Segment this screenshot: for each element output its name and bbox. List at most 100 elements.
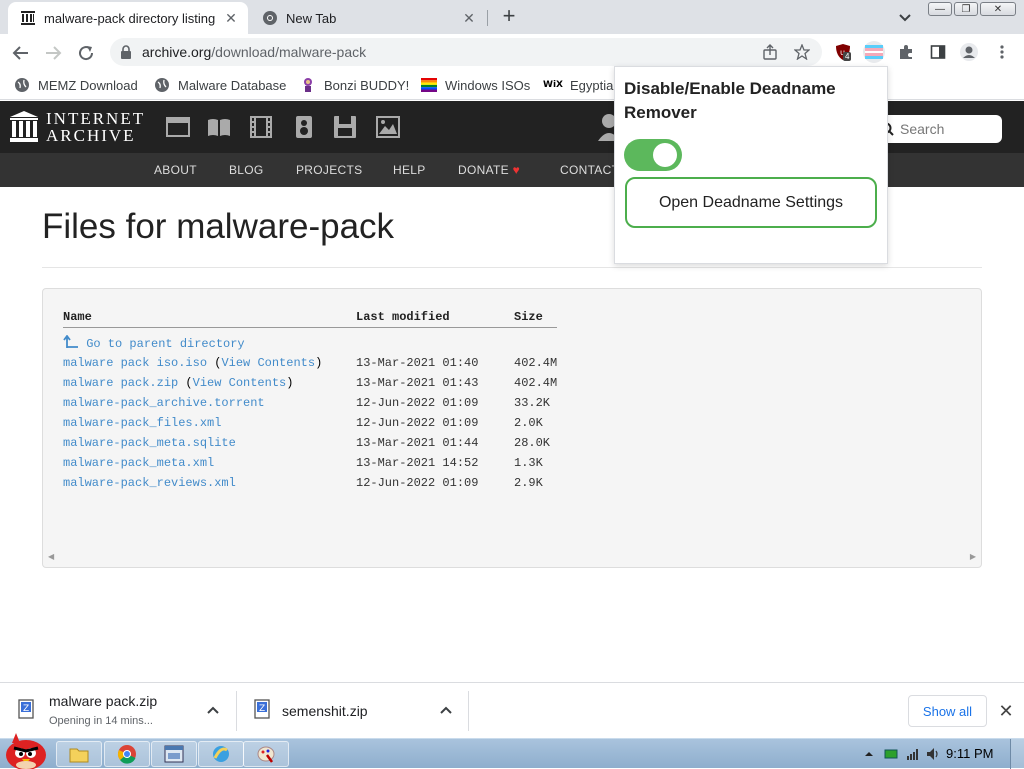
- file-modified: 13-Mar-2021 01:40: [356, 356, 479, 370]
- nav-projects[interactable]: PROJECTS: [296, 163, 362, 177]
- close-tab-icon[interactable]: ✕: [460, 9, 478, 27]
- chrome-icon: [117, 745, 136, 764]
- video-icon[interactable]: [249, 116, 273, 138]
- nav-about[interactable]: ABOUT: [154, 163, 197, 177]
- ia-logo-icon[interactable]: [10, 111, 38, 143]
- tab-malware-pack[interactable]: malware-pack directory listing ✕: [8, 2, 248, 34]
- scroll-right-arrow[interactable]: ▶: [970, 552, 976, 561]
- network-icon[interactable]: [906, 747, 920, 761]
- chevron-up-icon[interactable]: [439, 703, 453, 717]
- file-size: 402.4M: [514, 376, 558, 390]
- tab-new-tab[interactable]: New Tab ✕: [250, 2, 486, 34]
- chrome-icon: [262, 10, 278, 26]
- taskbar-app-3[interactable]: [151, 741, 197, 767]
- nav-help[interactable]: HELP: [393, 163, 426, 177]
- nav-blog[interactable]: BLOG: [229, 163, 264, 177]
- download-item[interactable]: Z semenshit.zip: [236, 683, 468, 739]
- file-row: malware-pack_files.xml 12-Jun-2022 01:09…: [63, 416, 623, 432]
- close-downloads-icon[interactable]: ✕: [996, 701, 1016, 721]
- battery-icon[interactable]: [884, 747, 898, 761]
- file-link[interactable]: malware-pack_meta.xml: [63, 456, 214, 470]
- bookmark-egyptian[interactable]: WiX Egyptian: [543, 76, 621, 94]
- close-window-button[interactable]: ✕: [980, 2, 1016, 16]
- extensions-button[interactable]: [895, 41, 917, 63]
- nav-contact[interactable]: CONTACT: [560, 163, 619, 177]
- globe-icon: [154, 77, 170, 93]
- software-icon[interactable]: [333, 116, 357, 138]
- chevron-up-icon[interactable]: [206, 703, 220, 717]
- parent-link-label: Go to parent directory: [86, 337, 245, 351]
- url-text: archive.org/download/malware-pack: [142, 44, 366, 60]
- ia-logo-text[interactable]: INTERNET ARCHIVE: [46, 110, 145, 144]
- parent-directory-row[interactable]: Go to parent directory: [63, 334, 623, 351]
- taskbar-app-5[interactable]: [243, 741, 289, 767]
- start-button-angry-bird-icon[interactable]: [2, 731, 48, 769]
- file-link[interactable]: malware-pack_meta.sqlite: [63, 436, 236, 450]
- taskbar-app-4[interactable]: [198, 741, 244, 767]
- column-size[interactable]: Size: [514, 310, 543, 324]
- arrow-left-icon: [12, 46, 28, 60]
- file-row: malware pack.zip (View Contents) 13-Mar-…: [63, 376, 623, 392]
- view-contents-link[interactable]: View Contents: [193, 376, 287, 390]
- profile-button[interactable]: [958, 41, 980, 63]
- open-settings-button[interactable]: Open Deadname Settings: [625, 177, 877, 228]
- bookmark-bonzi-buddy[interactable]: Bonzi BUDDY!: [300, 76, 409, 94]
- ia-search-input[interactable]: Search: [870, 115, 1002, 143]
- bookmark-label: Bonzi BUDDY!: [324, 77, 410, 93]
- nav-donate[interactable]: DONATE ♥: [458, 163, 520, 177]
- deadname-extension-icon[interactable]: [863, 41, 885, 63]
- file-link[interactable]: malware-pack_reviews.xml: [63, 476, 236, 490]
- show-hidden-icons-icon[interactable]: [862, 747, 876, 761]
- file-link[interactable]: malware-pack_archive.torrent: [63, 396, 265, 410]
- trans-flag-icon: [865, 45, 883, 59]
- texts-icon[interactable]: [207, 116, 231, 138]
- file-modified: 12-Jun-2022 01:09: [356, 416, 479, 430]
- close-tab-icon[interactable]: ✕: [222, 9, 240, 27]
- archive-icon: [20, 10, 36, 26]
- app-icon: [213, 746, 229, 762]
- download-filename: semenshit.zip: [282, 703, 368, 719]
- menu-button[interactable]: [991, 41, 1013, 63]
- back-button[interactable]: [10, 42, 32, 64]
- logo-line-1: INTERNET: [46, 109, 146, 128]
- show-desktop-button[interactable]: [1010, 739, 1024, 769]
- taskbar-explorer[interactable]: [56, 741, 102, 767]
- clock[interactable]: 9:11 PM: [946, 746, 993, 761]
- chevron-down-icon[interactable]: [896, 8, 914, 26]
- star-icon[interactable]: [794, 44, 810, 60]
- volume-icon[interactable]: [926, 747, 940, 761]
- forward-button[interactable]: [42, 42, 64, 64]
- reload-button[interactable]: [75, 42, 97, 64]
- audio-icon[interactable]: [292, 116, 316, 138]
- enable-toggle[interactable]: [624, 139, 682, 171]
- column-modified[interactable]: Last modified: [356, 310, 450, 324]
- taskbar: 9:11 PM: [0, 733, 1024, 769]
- file-link[interactable]: malware pack.zip: [63, 376, 178, 390]
- view-contents-link[interactable]: View Contents: [221, 356, 315, 370]
- taskbar-chrome[interactable]: [104, 741, 150, 767]
- minimize-button[interactable]: —: [928, 2, 952, 16]
- side-panel-button[interactable]: [927, 41, 949, 63]
- images-icon[interactable]: [376, 116, 400, 138]
- file-size: 1.3K: [514, 456, 543, 470]
- maximize-button[interactable]: ❐: [954, 2, 978, 16]
- bookmark-malware-database[interactable]: Malware Database: [154, 76, 286, 94]
- bookmark-memz[interactable]: MEMZ Download: [14, 76, 138, 94]
- file-link[interactable]: malware-pack_files.xml: [63, 416, 221, 430]
- share-icon[interactable]: [762, 44, 778, 60]
- scroll-left-arrow[interactable]: ◀: [48, 552, 54, 561]
- file-link[interactable]: malware pack iso.iso: [63, 356, 207, 370]
- lock-icon[interactable]: [120, 45, 132, 59]
- puzzle-icon: [900, 45, 912, 59]
- web-icon[interactable]: [166, 116, 190, 138]
- parent-directory-link[interactable]: Go to parent directory: [63, 334, 245, 351]
- logo-line-2: ARCHIVE: [46, 126, 136, 145]
- downloads-bar: Z malware pack.zip Opening in 14 mins...…: [0, 682, 1024, 738]
- address-bar[interactable]: archive.org/download/malware-pack: [110, 38, 822, 66]
- bookmark-windows-isos[interactable]: Windows ISOs: [421, 76, 530, 94]
- new-tab-button[interactable]: +: [498, 5, 520, 28]
- column-name[interactable]: Name: [63, 310, 92, 324]
- show-all-button[interactable]: Show all: [908, 695, 987, 727]
- ublock-extension-icon[interactable]: u 4: [832, 41, 854, 63]
- donate-label: DONATE: [458, 163, 509, 177]
